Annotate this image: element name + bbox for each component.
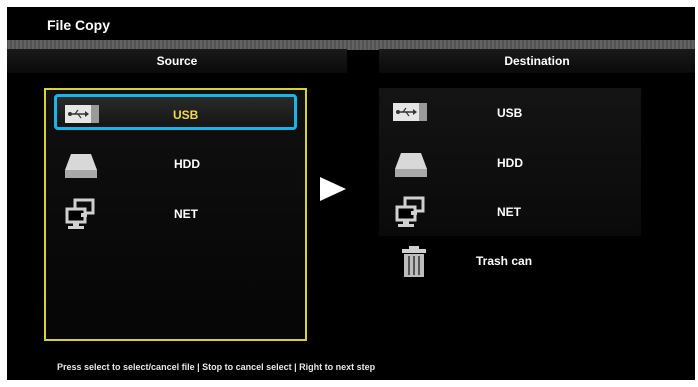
destination-item-net[interactable]: NET (379, 194, 641, 230)
source-item-usb[interactable]: USB (54, 94, 297, 130)
destination-item-label: USB (497, 106, 523, 120)
destination-item-trash-can[interactable]: Trash can (379, 243, 641, 279)
destination-header: Destination (379, 49, 695, 73)
destination-item-label: NET (497, 205, 521, 219)
source-item-label: USB (173, 108, 199, 122)
source-item-label: HDD (174, 157, 200, 171)
next-step-arrow-icon[interactable] (320, 177, 346, 201)
destination-item-label: Trash can (476, 254, 533, 268)
source-item-net[interactable]: NET (54, 196, 297, 232)
file-copy-screen: File Copy Source Destination USB HDD NET… (7, 7, 695, 380)
usb-icon (63, 99, 101, 131)
destination-item-hdd[interactable]: HDD (379, 145, 641, 181)
source-panel: USB HDD NET (44, 88, 307, 341)
source-item-hdd[interactable]: HDD (54, 146, 297, 182)
destination-item-label: HDD (497, 156, 523, 170)
source-item-label: NET (174, 207, 198, 221)
network-icon (393, 196, 431, 228)
trash-icon (399, 245, 437, 277)
source-header: Source (7, 49, 347, 73)
network-icon (63, 198, 101, 230)
hdd-icon (393, 147, 431, 179)
usb-icon (391, 97, 429, 129)
screen-title: File Copy (47, 17, 111, 33)
destination-item-usb[interactable]: USB (379, 95, 641, 131)
help-hint-text: Press select to select/cancel file | Sto… (57, 362, 376, 372)
hdd-icon (63, 148, 101, 180)
